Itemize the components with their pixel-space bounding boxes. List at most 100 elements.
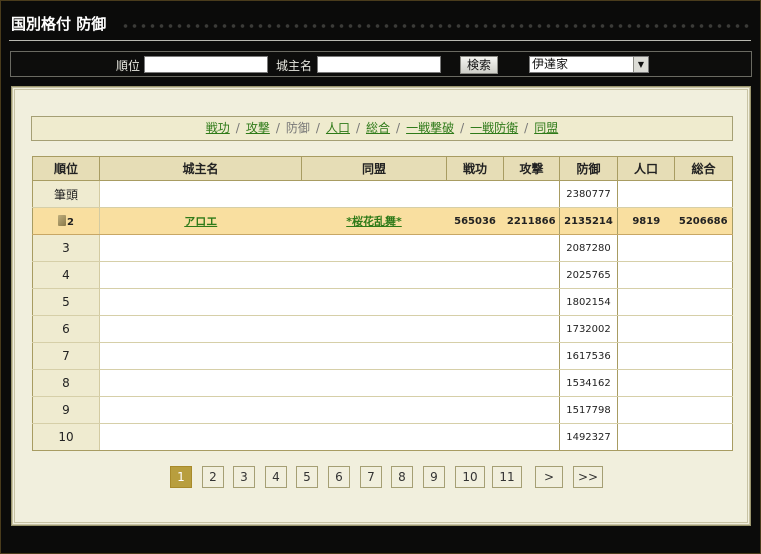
- cell-alliance: [301, 261, 447, 289]
- tab-4[interactable]: 総合: [366, 121, 390, 135]
- nav-separator: /: [460, 121, 465, 135]
- tab-7[interactable]: 同盟: [534, 121, 558, 135]
- page-button-11[interactable]: 11: [492, 466, 522, 488]
- cell-lord: [99, 234, 302, 262]
- lord-link[interactable]: アロエ: [184, 215, 217, 228]
- page-button-2[interactable]: 2: [202, 466, 224, 488]
- cell-rank: 7: [32, 342, 100, 370]
- cell-population: [617, 423, 675, 451]
- tab-1[interactable]: 攻撃: [246, 121, 270, 135]
- column-header: 順位: [32, 156, 100, 181]
- search-button[interactable]: 検索: [460, 56, 498, 74]
- cell-population: [617, 315, 675, 343]
- cell-alliance: [301, 342, 447, 370]
- cell-merit: [446, 315, 504, 343]
- cell-attack: [503, 423, 560, 451]
- cell-total: [674, 423, 733, 451]
- cell-merit: [446, 423, 504, 451]
- page-button-7[interactable]: 7: [360, 466, 382, 488]
- cell-lord: [99, 423, 302, 451]
- table-row: 筆頭 2380777: [32, 180, 733, 208]
- last-page-button[interactable]: >>: [573, 466, 603, 488]
- cell-total: [674, 234, 733, 262]
- page-button-6[interactable]: 6: [328, 466, 350, 488]
- alliance-link[interactable]: *桜花乱舞*: [346, 215, 402, 228]
- tab-3[interactable]: 人口: [326, 121, 350, 135]
- cell-value: 1517798: [566, 404, 611, 416]
- tab-6[interactable]: 一戦防衛: [470, 121, 518, 135]
- cell-value: 9819: [632, 215, 661, 227]
- cell-value: 2380777: [566, 188, 611, 200]
- tab-5[interactable]: 一戦撃破: [406, 121, 454, 135]
- nav-separator: /: [524, 121, 529, 135]
- table-header-row: 順位 城主名 同盟 戦功 攻撃 防御 人口 総合: [32, 156, 733, 181]
- cell-merit: [446, 234, 504, 262]
- lord-name-label: 城主名: [276, 59, 313, 73]
- cell-total: [674, 180, 733, 208]
- cell-lord: アロエ: [99, 207, 302, 235]
- ranking-table: 順位 城主名 同盟 戦功 攻撃 防御 人口 総合 筆頭 2380777 2 アロエ *桜花乱舞* 565…: [32, 156, 733, 451]
- chevron-down-icon[interactable]: ▼: [633, 57, 648, 72]
- cell-merit: [446, 396, 504, 424]
- table-row: 2 アロエ *桜花乱舞* 565036 2211866 2135214 9819 520668…: [32, 207, 733, 235]
- cell-lord: [99, 369, 302, 397]
- tab-0[interactable]: 戦功: [206, 121, 230, 135]
- page-button-3[interactable]: 3: [233, 466, 255, 488]
- cell-value: 5206686: [678, 215, 728, 227]
- cell-rank: 10: [32, 423, 100, 451]
- cell-total: [674, 342, 733, 370]
- cell-attack: [503, 180, 560, 208]
- cell-rank: 筆頭: [32, 180, 100, 208]
- table-row: 7 1617536: [32, 342, 733, 370]
- column-header: 総合: [674, 156, 733, 181]
- rank-input[interactable]: [144, 56, 268, 73]
- cell-value: 2025765: [566, 269, 611, 281]
- page-button-8[interactable]: 8: [391, 466, 413, 488]
- column-header: 戦功: [446, 156, 504, 181]
- cell-value: 2: [67, 216, 74, 228]
- table-row: 8 1534162: [32, 369, 733, 397]
- cell-attack: [503, 261, 560, 289]
- page-button-1[interactable]: 1: [170, 466, 192, 488]
- cell-total: [674, 396, 733, 424]
- page-button-4[interactable]: 4: [265, 466, 287, 488]
- column-header: 同盟: [301, 156, 447, 181]
- cell-merit: 565036: [446, 207, 504, 235]
- cell-population: [617, 396, 675, 424]
- cell-population: [617, 369, 675, 397]
- cell-value: 10: [58, 430, 74, 444]
- cell-alliance: *桜花乱舞*: [301, 207, 447, 235]
- cell-attack: [503, 234, 560, 262]
- lord-name-input[interactable]: [317, 56, 441, 73]
- ranking-category-nav: 戦功 / 攻撃 / 防御 / 人口 / 総合 / 一戦撃破 / 一戦防衛 / 同盟: [31, 116, 733, 141]
- cell-value: 9: [62, 403, 70, 417]
- cell-value: 1617536: [566, 350, 611, 362]
- cell-defense: 1732002: [559, 315, 618, 343]
- nav-separator: /: [396, 121, 401, 135]
- cell-total: [674, 315, 733, 343]
- cell-value: 8: [62, 376, 70, 390]
- cell-defense: 1517798: [559, 396, 618, 424]
- cell-defense: 1492327: [559, 423, 618, 451]
- ranking-panel: 戦功 / 攻撃 / 防御 / 人口 / 総合 / 一戦撃破 / 一戦防衛 / 同盟 順位 城主名 同盟 戦功 攻撃防…: [11, 86, 751, 526]
- cell-attack: 2211866: [503, 207, 560, 235]
- cell-defense: 1802154: [559, 288, 618, 316]
- cell-lord: [99, 342, 302, 370]
- cell-total: [674, 288, 733, 316]
- page-button-9[interactable]: 9: [423, 466, 445, 488]
- clan-select[interactable]: 伊達家 ▼: [529, 56, 649, 73]
- cell-value: 筆頭: [53, 187, 78, 202]
- cell-alliance: [301, 288, 447, 316]
- next-page-button[interactable]: >: [535, 466, 563, 488]
- cell-rank: 8: [32, 369, 100, 397]
- current-rank-icon: [58, 214, 67, 226]
- page-button-5[interactable]: 5: [296, 466, 318, 488]
- cell-rank: 4: [32, 261, 100, 289]
- nav-separator: /: [315, 121, 320, 135]
- nav-separator: /: [275, 121, 280, 135]
- cell-attack: [503, 369, 560, 397]
- cell-rank: 2: [32, 207, 100, 235]
- cell-attack: [503, 288, 560, 316]
- page-button-10[interactable]: 10: [455, 466, 485, 488]
- table-row: 9 1517798: [32, 396, 733, 424]
